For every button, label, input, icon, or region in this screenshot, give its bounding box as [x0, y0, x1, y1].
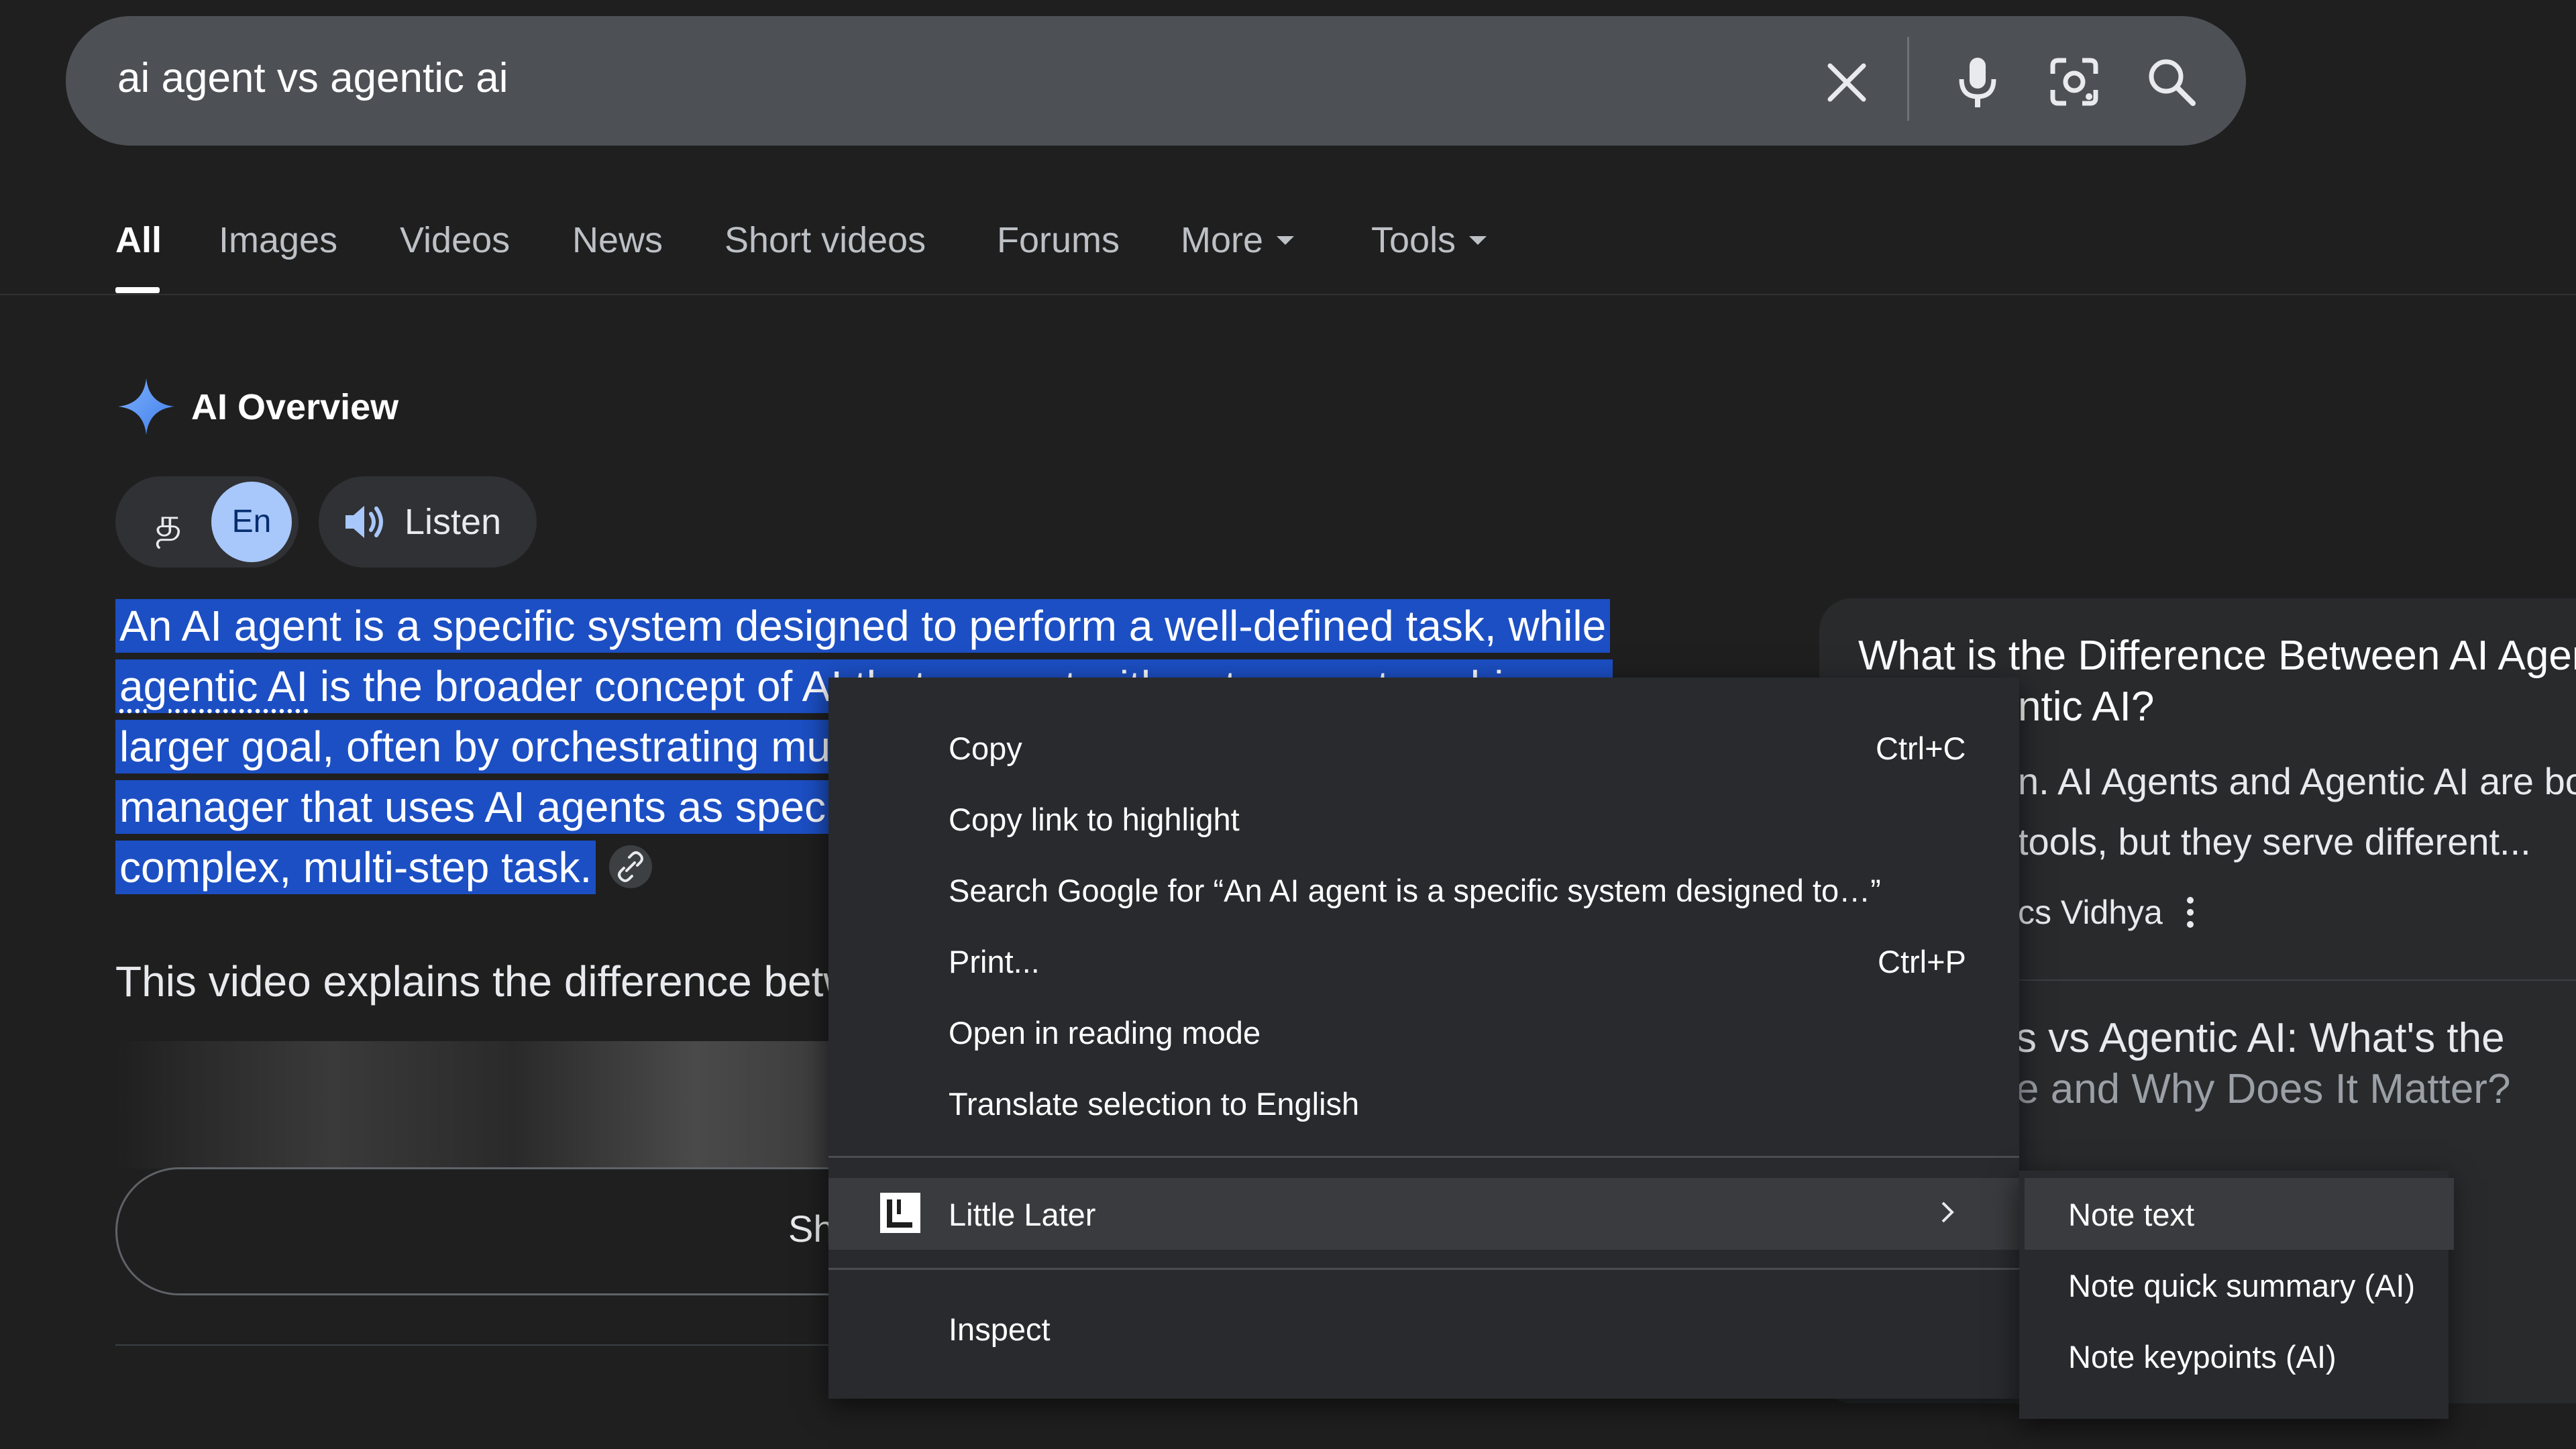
submenu-item-note-keypoints[interactable]: Note keypoints (AI): [2068, 1334, 2337, 1381]
microphone-icon[interactable]: [1944, 48, 2011, 115]
tab-short-videos[interactable]: Short videos: [724, 213, 926, 267]
menu-item-search-google[interactable]: Search Google for “An AI agent is a spec…: [949, 867, 1881, 914]
shortcut-print: Ctrl+P: [1878, 944, 1966, 979]
tab-label: News: [572, 220, 663, 260]
menu-item-print[interactable]: Print...: [949, 938, 1040, 985]
video-caption: This video explains the difference betw: [115, 957, 853, 1006]
active-tab-indicator: [115, 287, 160, 293]
ai-overview-title: AI Overview: [191, 387, 399, 427]
source-title-line: What is the Difference Between AI Agen: [1858, 633, 2576, 679]
search-icon[interactable]: [2138, 48, 2205, 115]
tab-forums[interactable]: Forums: [997, 213, 1120, 267]
tab-label: Images: [219, 220, 338, 260]
menu-separator: [828, 1156, 2019, 1158]
tab-tools[interactable]: Tools: [1371, 213, 1487, 267]
search-input[interactable]: ai agent vs agentic ai: [117, 48, 508, 109]
tab-more[interactable]: More: [1181, 213, 1295, 267]
ai-sparkle-icon: [115, 376, 177, 437]
speaker-icon: [339, 496, 390, 547]
source2-title[interactable]: s vs Agentic AI: What's the e and Why Do…: [2016, 1013, 2576, 1115]
show-more-label: Sh: [788, 1208, 835, 1250]
menu-item-reading-mode[interactable]: Open in reading mode: [949, 1010, 1260, 1057]
menu-item-translate[interactable]: Translate selection to English: [949, 1081, 1359, 1128]
menu-item-copy[interactable]: Copy: [949, 725, 1022, 772]
chevron-right-icon: [1932, 1197, 1962, 1227]
google-lens-icon[interactable]: [2041, 48, 2108, 115]
tab-label: Tools: [1371, 220, 1456, 260]
submenu-item-note-quick-summary[interactable]: Note quick summary (AI): [2068, 1263, 2415, 1309]
menu-item-copy-link-to-highlight[interactable]: Copy link to highlight: [949, 796, 1240, 843]
tab-label: More: [1181, 220, 1264, 260]
tab-videos[interactable]: Videos: [400, 213, 510, 267]
little-later-logo-icon: [879, 1191, 922, 1234]
more-vert-icon[interactable]: [2174, 892, 2207, 932]
term-link[interactable]: agentic AI: [119, 662, 308, 710]
paragraph-text: An AI agent is a specific system designe…: [119, 602, 1607, 650]
tab-label: All: [115, 220, 162, 260]
tab-label: Short videos: [724, 220, 926, 260]
source2-title-line: e and Why Does It Matter?: [2016, 1066, 2511, 1112]
source-site-name: cs Vidhya: [2018, 894, 2163, 931]
menu-item-little-later-label: Little Later: [949, 1197, 1096, 1232]
search-bar-divider: [1907, 37, 1909, 121]
tab-images[interactable]: Images: [219, 213, 337, 267]
caret-down-icon: [1469, 235, 1487, 245]
section-divider: [115, 1344, 853, 1346]
link-icon[interactable]: [609, 845, 653, 889]
caret-down-icon: [1277, 235, 1295, 245]
video-thumbnail[interactable]: [115, 1041, 840, 1169]
close-icon[interactable]: [1817, 52, 1877, 113]
tab-label: Videos: [400, 220, 511, 260]
tab-news[interactable]: News: [572, 213, 663, 267]
tabs-divider: [0, 294, 2576, 295]
submenu-item-note-text[interactable]: Note text: [2068, 1191, 2194, 1238]
tab-all[interactable]: All: [115, 213, 162, 267]
tab-label: Forums: [997, 220, 1120, 260]
source2-title-line: s vs Agentic AI: What's the: [2016, 1015, 2505, 1061]
shortcut-copy: Ctrl+C: [1876, 731, 1966, 766]
menu-item-inspect[interactable]: Inspect: [949, 1306, 1051, 1353]
language-english-button[interactable]: En: [211, 482, 292, 562]
listen-label: Listen: [405, 502, 502, 542]
menu-separator: [828, 1268, 2019, 1270]
language-tamil-button[interactable]: த: [140, 494, 197, 551]
